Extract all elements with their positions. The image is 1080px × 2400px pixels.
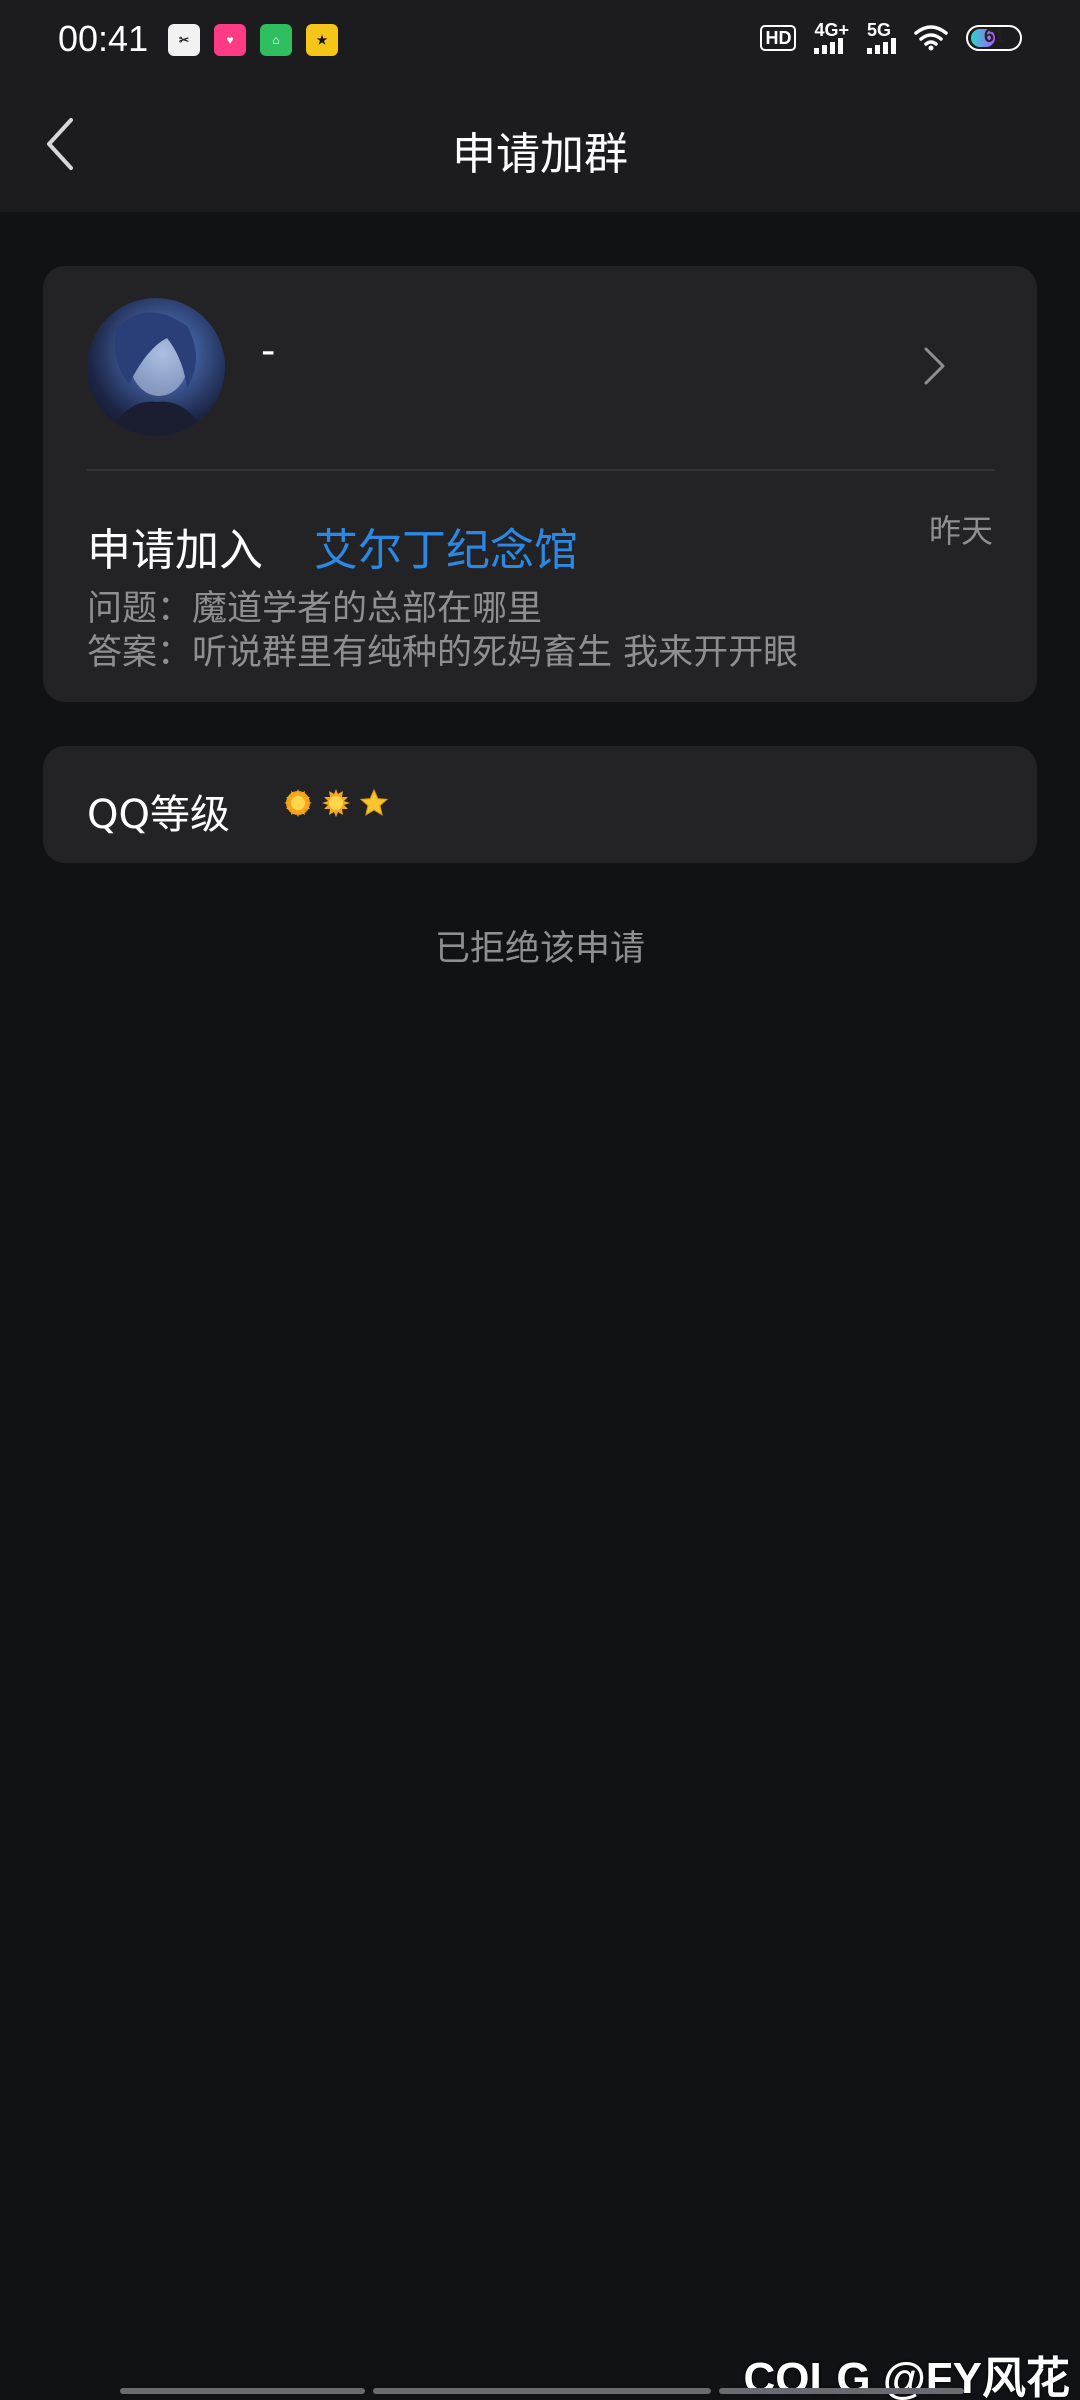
app-notification-icon: ⌂ — [260, 24, 292, 56]
avatar[interactable] — [87, 298, 225, 436]
status-time: 00:41 — [58, 18, 149, 59]
divider — [87, 469, 995, 471]
signal-4g-icon: 4G+ — [814, 21, 849, 54]
app-notification-icon: ✂ — [168, 24, 200, 56]
qq-level-card: QQ等级 — [43, 746, 1037, 863]
nav-bar: 申请加群 — [0, 80, 1080, 212]
status-bar: 00:41 ✂ ♥ ⌂ ★ HD 4G+ 5G 61 — [0, 0, 1080, 80]
answer-text: 答案：听说群里有纯种的死妈畜生 我来开开眼 — [87, 633, 799, 673]
signal-5g-icon: 5G — [867, 21, 896, 54]
sun-icon — [284, 789, 312, 817]
qq-level-label: QQ等级 — [87, 792, 230, 838]
request-time: 昨天 — [928, 512, 993, 550]
home-indicator[interactable] — [120, 2388, 964, 2394]
hd-icon: HD — [760, 25, 797, 51]
app-notification-icon: ♥ — [214, 24, 246, 56]
apply-label: 申请加入 — [87, 525, 263, 576]
qq-level-icons — [283, 788, 389, 818]
request-status: 已拒绝该申请 — [434, 929, 645, 969]
battery-icon: 61 — [966, 25, 1022, 51]
sun-icon — [322, 789, 350, 817]
page-title: 申请加群 — [452, 129, 628, 180]
notification-icons: ✂ ♥ ⌂ ★ — [168, 24, 338, 56]
group-name-link[interactable]: 艾尔丁纪念馆 — [314, 514, 578, 578]
chevron-right-icon[interactable] — [923, 346, 947, 386]
nickname: - — [261, 328, 276, 374]
app-notification-icon: ★ — [306, 24, 338, 56]
wifi-icon — [914, 25, 948, 51]
system-icons: HD 4G+ 5G 61 — [760, 21, 1022, 54]
request-card: - 申请加入 艾尔丁纪念馆 昨天 问题：魔道学者的总部在哪里 答案：听说群里有纯… — [43, 266, 1037, 702]
star-icon — [359, 788, 389, 816]
